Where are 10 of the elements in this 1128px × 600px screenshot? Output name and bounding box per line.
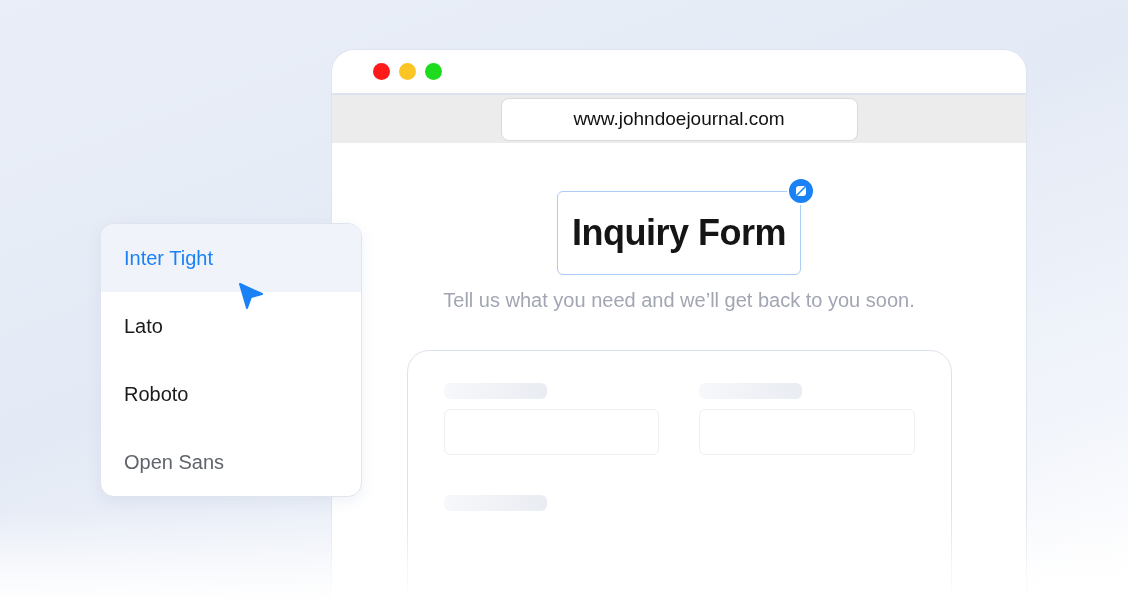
window-control-icon[interactable] [399,63,416,80]
subtitle: Tell us what you need and we’ll get back to you soon. [443,289,915,312]
form-title[interactable]: Inquiry Form [557,191,801,275]
cursor-icon [238,282,264,310]
font-option[interactable]: Roboto [101,360,361,428]
edit-icon[interactable] [787,177,815,205]
window-control-icon[interactable] [373,63,390,80]
url-field[interactable]: www.johndoejournal.com [500,97,858,141]
window-control-icon[interactable] [425,63,442,80]
font-option[interactable]: Lato [101,292,361,360]
